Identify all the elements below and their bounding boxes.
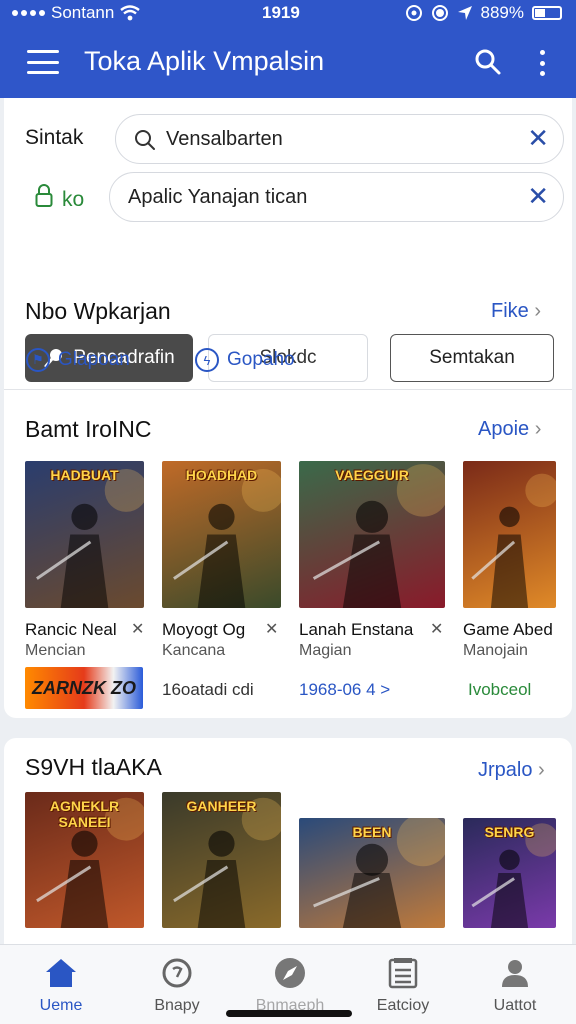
status-bar: Sontann 1919 889% xyxy=(0,0,576,26)
search-icon[interactable] xyxy=(474,48,502,76)
bolt-icon: ϟ xyxy=(195,348,219,372)
sub-link-label: Gopaho xyxy=(227,349,295,370)
list-icon xyxy=(388,958,418,989)
alarm-icon xyxy=(405,5,422,21)
clock-icon xyxy=(162,958,192,988)
link-label: Fike xyxy=(491,300,529,322)
clear-icon[interactable]: ✕ xyxy=(527,125,549,151)
search-label: Sintak xyxy=(25,126,84,149)
nav-home[interactable]: Ueme xyxy=(11,955,111,1015)
secondary-input-value: Apalic Yanajan tican xyxy=(128,186,308,208)
game-cover[interactable]: AGNEKLR SANEEI xyxy=(25,792,144,928)
game-title[interactable]: Lanah Enstana xyxy=(299,620,413,640)
section1-title: Bamt IroINC xyxy=(25,416,152,442)
nav-label: Bnapy xyxy=(154,997,200,1014)
search-input-value: Vensalbarten xyxy=(166,128,283,150)
promo-badge[interactable]: ZARNZK ZO xyxy=(25,667,143,709)
sub-link-label: Glapoan xyxy=(58,349,130,370)
location-icon xyxy=(457,6,472,20)
dismiss-icon[interactable]: ✕ xyxy=(131,619,144,639)
game-cover[interactable]: SENRG xyxy=(463,818,556,928)
recommend-see-all-link[interactable]: Fike › xyxy=(491,300,541,323)
game-cover-title: HOADHAD xyxy=(185,467,258,483)
game-meta-text: 16oatadi cdi xyxy=(162,680,254,699)
battery-icon xyxy=(532,6,562,20)
character-art xyxy=(471,473,556,608)
game-meta: 1968-06 4 > xyxy=(299,680,390,700)
dismiss-icon[interactable]: ✕ xyxy=(265,619,278,639)
link-label: Jrpalo xyxy=(478,759,533,781)
filter-chip-label: Semtakan xyxy=(429,347,515,368)
search-input[interactable]: Vensalbarten ✕ xyxy=(115,114,564,164)
nav-library[interactable]: Eatcioy xyxy=(353,955,453,1015)
nav-history[interactable]: Bnapy xyxy=(127,955,227,1015)
nav-profile[interactable]: Uattot xyxy=(465,955,565,1015)
character-art xyxy=(173,468,281,608)
flag-icon: ⚑ xyxy=(26,348,50,372)
game-meta-text: 1968-06 4 > xyxy=(299,680,391,699)
game-cover[interactable] xyxy=(463,461,556,608)
battery-percent: 889% xyxy=(480,3,524,22)
compass-icon xyxy=(275,958,305,988)
section2-title: S9VH tlaAKA xyxy=(25,754,162,780)
nav-label: Ueme xyxy=(39,997,83,1014)
menu-icon[interactable] xyxy=(27,50,59,74)
link-label: Apoie xyxy=(478,418,530,440)
game-cover-title: AGNEKLR SANEEI xyxy=(49,798,120,830)
game-cover[interactable]: HOADHAD xyxy=(162,461,281,608)
search-icon xyxy=(135,130,155,150)
wifi-icon xyxy=(120,5,141,21)
game-subtitle: Manojain xyxy=(463,642,528,659)
clock: 1919 xyxy=(262,3,300,22)
game-cover-title: VAEGGUIR xyxy=(335,467,409,483)
secondary-input[interactable]: Apalic Yanajan tican ✕ xyxy=(109,172,564,222)
section1-see-all-link[interactable]: Apoie › xyxy=(478,418,541,441)
more-options-icon[interactable] xyxy=(538,50,546,76)
signal-icon xyxy=(12,10,45,16)
game-cover-title: BEEN xyxy=(352,824,392,840)
nav-label: Eatcioy xyxy=(376,997,430,1014)
recommend-title: Nbo Wpkarjan xyxy=(25,298,171,324)
app-title: Toka Aplik Vmpalsin xyxy=(84,46,325,76)
game-cover[interactable]: GANHEER xyxy=(162,792,281,928)
game-cover-title: SENRG xyxy=(484,824,535,840)
game-title[interactable]: Rancic Neal xyxy=(25,620,117,640)
sub-link-2[interactable]: ϟ Gopaho xyxy=(195,348,295,372)
game-title[interactable]: Moyogt Og xyxy=(162,620,245,640)
game-cover[interactable]: BEEN xyxy=(299,818,445,928)
nav-label: Uattot xyxy=(493,997,537,1014)
game-subtitle: Kancana xyxy=(162,642,226,659)
game-cover[interactable]: HADBUAT xyxy=(25,461,144,608)
game-subtitle: Mencian xyxy=(25,642,86,659)
clear-icon[interactable]: ✕ xyxy=(527,183,549,209)
lock-icon xyxy=(35,184,53,207)
game-cover-title: HADBUAT xyxy=(50,467,119,483)
section-divider xyxy=(4,389,572,390)
game-cover-title: GANHEER xyxy=(186,798,257,814)
person-icon xyxy=(502,960,528,987)
dismiss-icon[interactable]: ✕ xyxy=(430,619,443,639)
character-art xyxy=(36,468,144,608)
character-art xyxy=(312,464,445,608)
filter-chip[interactable]: Semtakan xyxy=(390,334,554,382)
sub-link-1[interactable]: ⚑ Glapoan xyxy=(26,348,130,372)
rotation-lock-icon xyxy=(431,5,448,21)
lock-label: ko xyxy=(62,188,85,211)
home-indicator xyxy=(226,1010,352,1017)
carrier-label: Sontann xyxy=(51,3,115,22)
game-meta: Ivobceol xyxy=(468,680,532,699)
game-cover[interactable]: VAEGGUIR xyxy=(299,461,445,608)
nav-explore[interactable]: Bnmaeph xyxy=(240,955,340,1015)
game-title[interactable]: Game Abed xyxy=(463,620,553,640)
section2-see-all-link[interactable]: Jrpalo › xyxy=(478,759,545,782)
game-meta: 16oatadi cdi xyxy=(162,680,254,700)
game-subtitle: Magian xyxy=(299,642,352,659)
top-app-bar: Sontann 1919 889% Toka Aplik Vmpalsin xyxy=(0,0,576,98)
home-icon xyxy=(46,959,76,987)
